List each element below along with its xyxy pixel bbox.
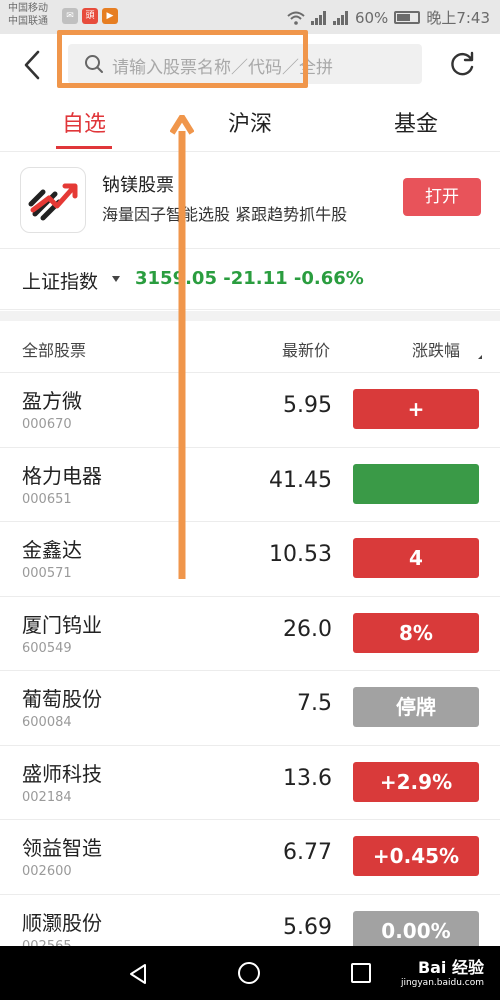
stock-change-badge[interactable] (353, 463, 479, 504)
carrier-1: 中国移动 (8, 3, 48, 14)
stock-price: 41.45 (269, 467, 332, 493)
stock-name: 盈方微 (22, 389, 82, 413)
stock-price: 7.5 (297, 691, 332, 716)
header-all-stocks[interactable]: 全部股票 (22, 337, 86, 361)
clock: 晚上7:43 (426, 9, 490, 27)
stock-name: 金鑫达 (22, 538, 82, 562)
stock-code: 002184 (22, 789, 72, 805)
annotation-arrow-icon (170, 115, 194, 579)
stock-name: 厦门钨业 (22, 612, 102, 637)
stock-code: 600549 (22, 640, 72, 656)
index-name[interactable]: 上证指数 (22, 267, 98, 294)
list-item[interactable]: 盛师科技 002184 13.6 +2.9% (0, 745, 500, 820)
carrier-info: 中国移动 中国联通 (8, 2, 48, 28)
stock-code: 000651 (22, 491, 72, 507)
stock-price: 6.77 (283, 840, 332, 865)
tab-funds[interactable]: 基金 (356, 106, 476, 138)
stock-price: 13.6 (283, 765, 332, 791)
annotation-highlight-box (57, 30, 308, 88)
list-item[interactable]: 葡萄股份 600084 7.5 停牌 (0, 671, 500, 746)
stock-price: 5.69 (283, 914, 332, 940)
nav-back-icon[interactable] (128, 963, 148, 985)
list-item[interactable]: 金鑫达 000571 10.53 4 (0, 522, 500, 597)
stock-change-badge[interactable]: + (353, 389, 479, 429)
open-app-button[interactable]: 打开 (403, 178, 481, 216)
section-divider (0, 311, 500, 321)
stock-change-badge[interactable]: 停牌 (353, 687, 479, 727)
tab-watchlist[interactable]: 自选 (24, 106, 144, 138)
stock-code: 000571 (22, 566, 72, 581)
notification-icons: ✉ 頭 ▶ (62, 8, 118, 24)
signal-icon (310, 10, 326, 25)
system-nav-bar: Bai 经验 jingyan.baidu.com (0, 946, 500, 1000)
app-notification-icon: 頭 (82, 8, 98, 24)
list-item[interactable]: 领益智造 002600 6.77 +0.45% (0, 820, 500, 895)
stock-code: 600084 (22, 715, 72, 730)
stock-name: 顺灏股份 (22, 910, 102, 935)
list-item[interactable]: 盈方微 000670 5.95 + (0, 373, 500, 448)
dropdown-caret-icon (112, 276, 120, 282)
active-tab-indicator (56, 146, 112, 149)
stock-price: 26.0 (283, 616, 332, 642)
ad-banner: 钠镁股票 海量因子智能选股 紧跟趋势抓牛股 打开 (0, 153, 500, 249)
sort-icon (474, 355, 482, 359)
stock-name: 盛师科技 (22, 761, 102, 786)
index-row[interactable]: 上证指数 3159.05 -21.11 -0.66% (0, 250, 500, 310)
carrier-2: 中国联通 (8, 16, 48, 27)
nav-home-icon[interactable] (238, 962, 260, 984)
battery-percent: 60% (354, 8, 389, 27)
stock-price: 10.53 (269, 542, 332, 567)
stock-code: 002600 (22, 864, 72, 879)
stock-change-badge[interactable]: 4 (353, 538, 479, 578)
tab-shanghai-shenzhen[interactable]: 沪深 (190, 106, 310, 138)
header-latest-price[interactable]: 最新价 (282, 337, 330, 361)
list-header: 全部股票 最新价 涨跌幅 (0, 321, 500, 373)
header-change-pct[interactable]: 涨跌幅 (412, 337, 460, 361)
status-bar: 中国移动 中国联通 ✉ 頭 ▶ 60% 晚上7:43 (0, 0, 500, 34)
tab-bar: 自选 沪深 基金 (0, 96, 500, 152)
stock-price: 5.95 (283, 393, 332, 418)
list-item[interactable]: 格力电器 000651 41.45 (0, 447, 500, 522)
app-logo-icon (20, 167, 86, 233)
ad-title: 钠镁股票 (102, 175, 174, 196)
video-icon: ▶ (102, 8, 118, 24)
stock-change-badge[interactable]: 0.00% (353, 910, 479, 951)
list-item[interactable]: 厦门钨业 600549 26.0 8% (0, 596, 500, 671)
stock-name: 格力电器 (22, 463, 102, 488)
refresh-icon[interactable] (448, 50, 476, 78)
stock-list: 盈方微 000670 5.95 + 格力电器 000651 41.45 金鑫达 … (0, 373, 500, 969)
message-icon: ✉ (62, 8, 78, 24)
nav-recent-apps-icon[interactable] (351, 963, 371, 983)
ad-subtitle: 海量因子智能选股 紧跟趋势抓牛股 (102, 205, 348, 224)
stock-change-badge[interactable]: +2.9% (353, 761, 479, 802)
status-right: 60% 晚上7:43 (287, 7, 490, 28)
chevron-left-icon[interactable] (18, 48, 48, 82)
stock-name: 领益智造 (22, 836, 102, 860)
stock-code: 000670 (22, 417, 72, 432)
stock-change-badge[interactable]: 8% (353, 612, 479, 653)
watermark: Bai 经验 jingyan.baidu.com (401, 954, 484, 988)
battery-icon (394, 11, 421, 24)
watermark-url: jingyan.baidu.com (400, 978, 484, 988)
wifi-icon (287, 11, 305, 25)
signal-icon-2 (332, 10, 348, 25)
stock-name: 葡萄股份 (22, 687, 102, 711)
stock-change-badge[interactable]: +0.45% (353, 836, 479, 876)
watermark-brand: Bai 经验 (417, 958, 484, 977)
